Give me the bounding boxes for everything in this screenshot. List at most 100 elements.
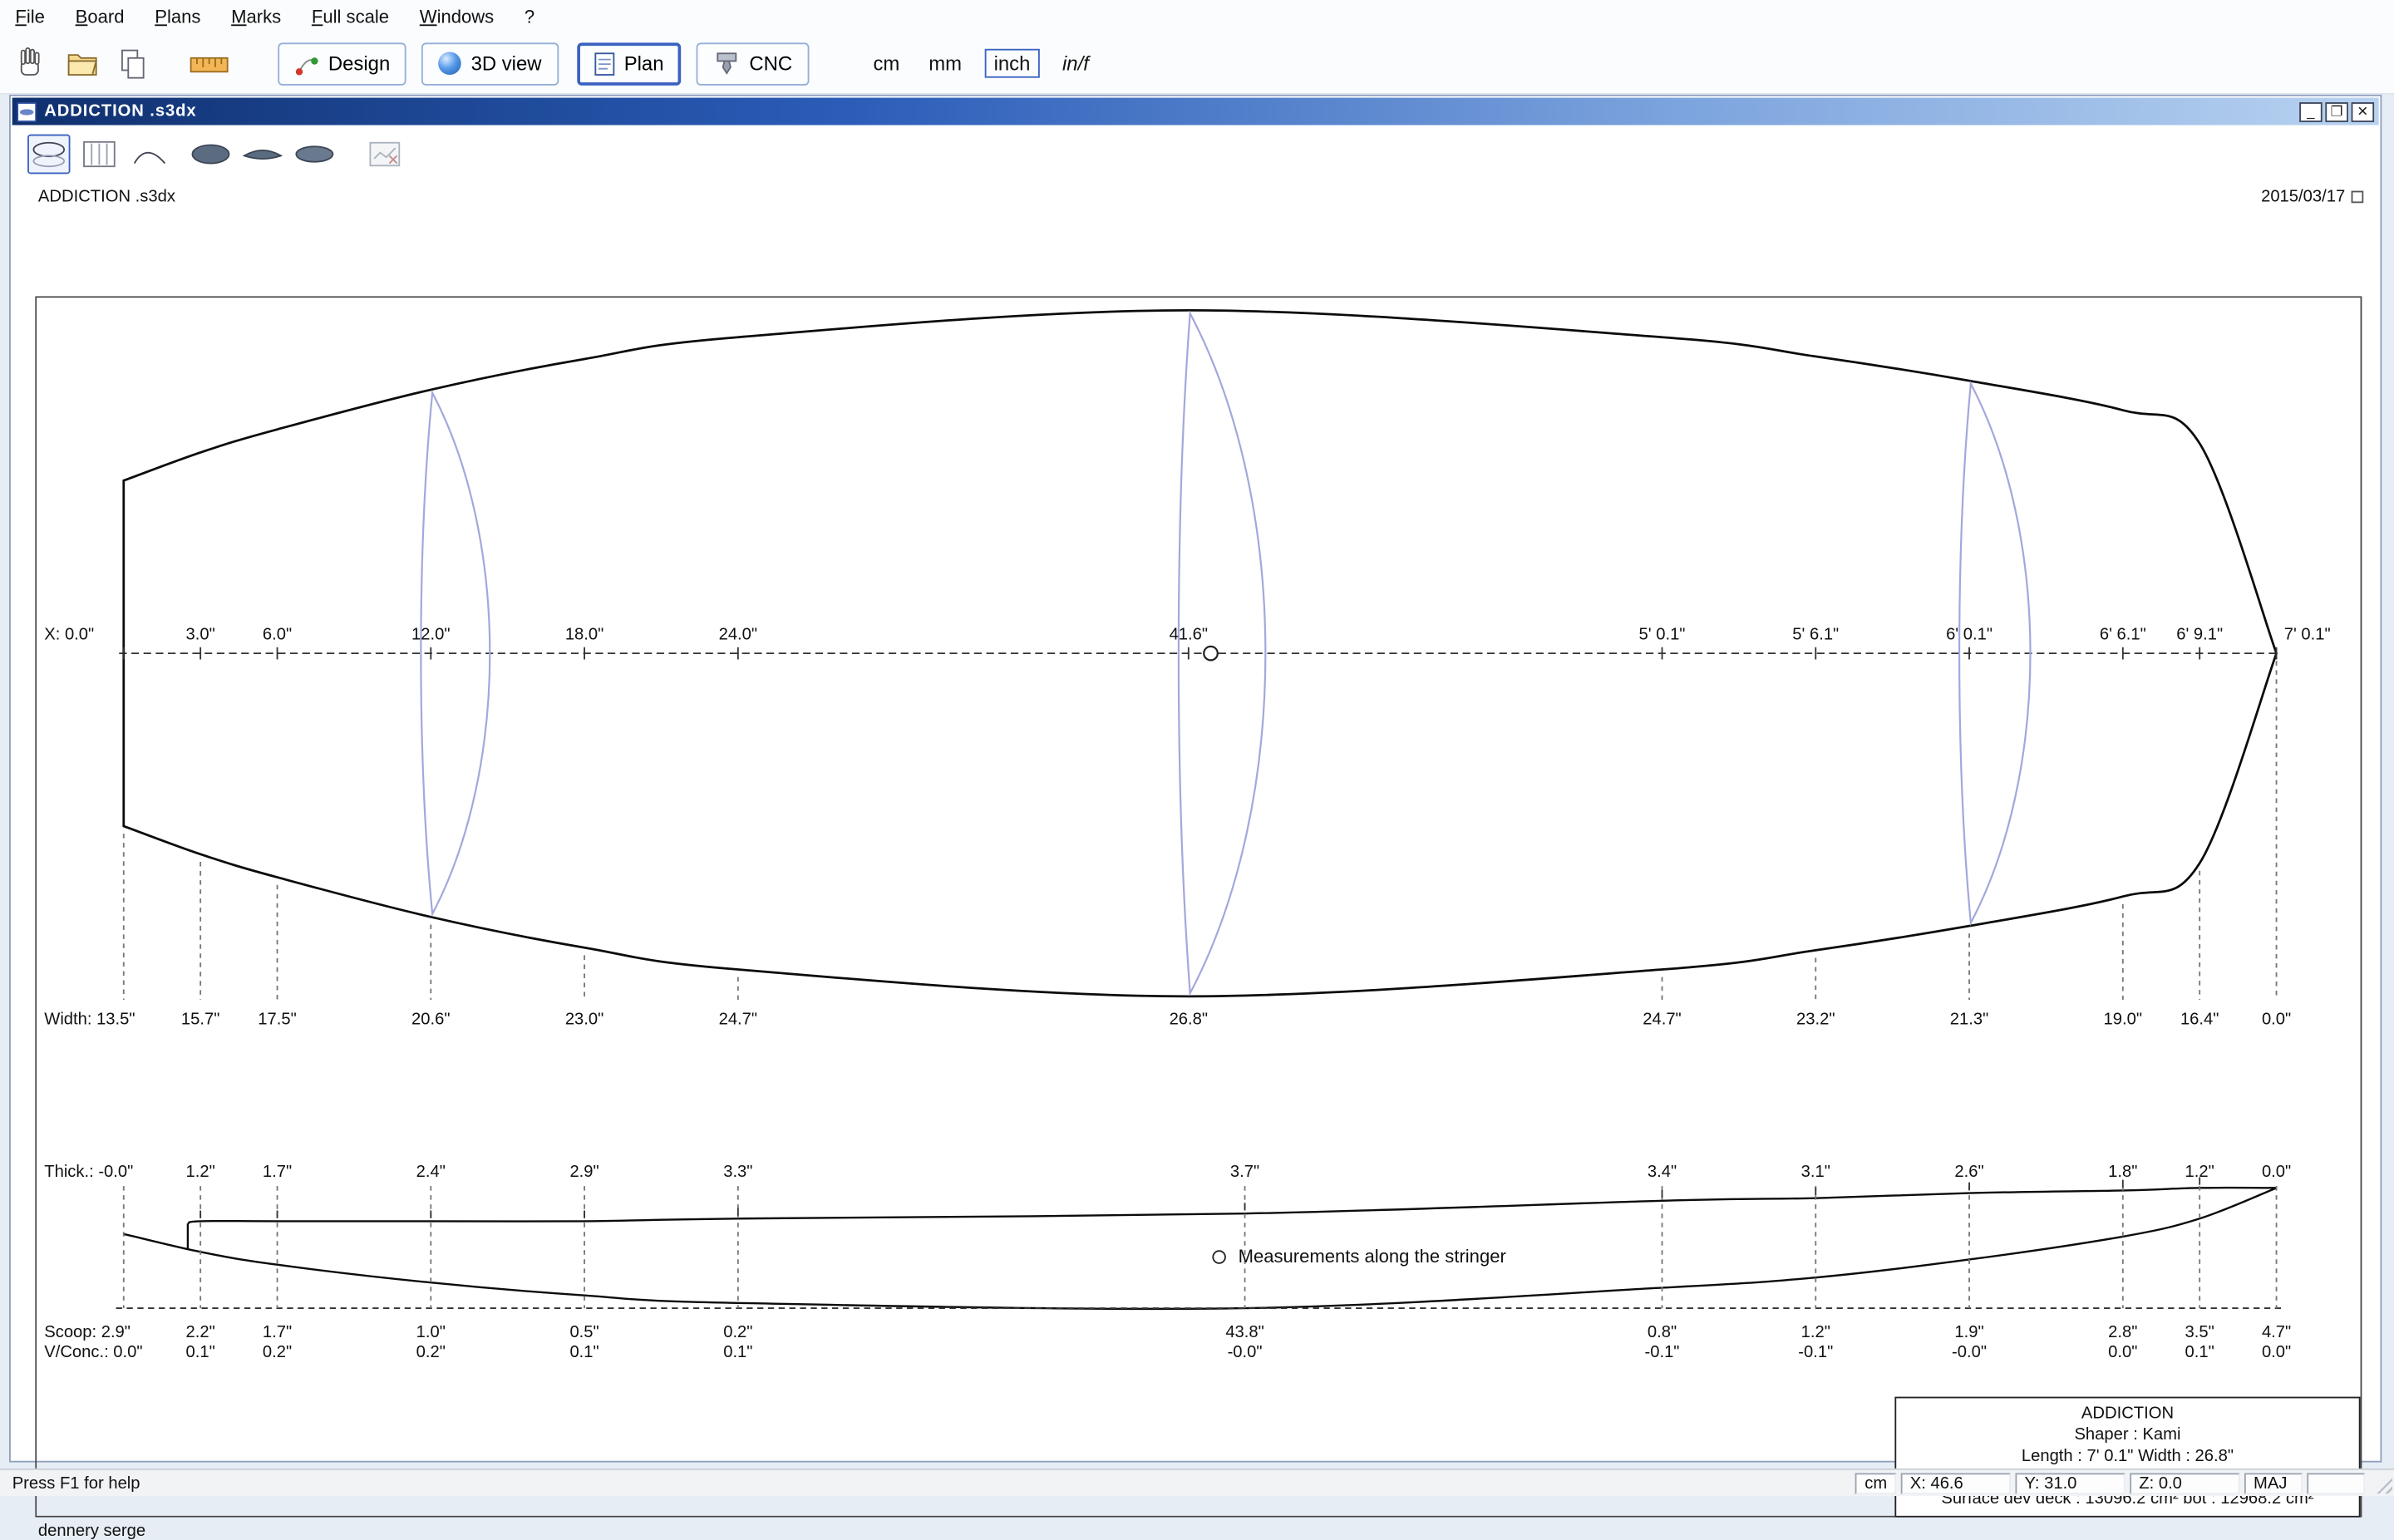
thickness-measure-label: 1.2" bbox=[186, 1163, 215, 1181]
width-measure-label: 24.7" bbox=[1643, 1010, 1681, 1028]
scoop-measure-label: 3.5" bbox=[2185, 1323, 2214, 1341]
menu-fullscale[interactable]: Full scale bbox=[297, 6, 405, 27]
unit-inch[interactable]: inch bbox=[984, 48, 1040, 78]
stringer-note: Measurements along the stringer bbox=[1212, 1245, 1506, 1267]
width-measure-label: 16.4" bbox=[2180, 1010, 2219, 1028]
main-toolbar: Design 3D view Plan CNC cm mm inch in/f bbox=[0, 33, 2394, 95]
open-file-icon[interactable] bbox=[67, 52, 98, 76]
plan-button[interactable]: Plan bbox=[576, 42, 681, 85]
menu-file[interactable]: File bbox=[0, 6, 60, 27]
pan-hand-icon[interactable] bbox=[15, 45, 46, 81]
export-chart-icon[interactable] bbox=[363, 135, 406, 175]
window-title-bar[interactable]: ADDICTION .s3dx _ ❐ ✕ bbox=[12, 97, 2379, 125]
width-measure-label: 23.0" bbox=[565, 1010, 603, 1028]
vconc-measure-label: -0.1" bbox=[1798, 1343, 1833, 1361]
cnc-button[interactable]: CNC bbox=[696, 42, 810, 85]
width-measure-label: 21.3" bbox=[1950, 1010, 1988, 1028]
scoop-measure-label: 0.8" bbox=[1648, 1323, 1677, 1341]
board-info-box: ADDICTION Shaper : Kami Length : 7' 0.1"… bbox=[1894, 1396, 2361, 1518]
profile-bottom-curve bbox=[123, 1187, 2278, 1311]
width-measure-label: Width: 13.5" bbox=[44, 1010, 135, 1028]
scoop-measure-label: Scoop: 2.9" bbox=[44, 1323, 131, 1341]
thickness-measure-label: 3.3" bbox=[723, 1163, 752, 1181]
curve-view-icon[interactable] bbox=[128, 135, 170, 175]
copy-icon[interactable] bbox=[119, 48, 146, 79]
scoop-measure-label: 0.5" bbox=[569, 1323, 598, 1341]
thickness-measure-label: 2.4" bbox=[416, 1163, 446, 1181]
board-top-view-icon[interactable] bbox=[190, 135, 232, 175]
info-length-width: Length : 7' 0.1" Width : 26.8" bbox=[2021, 1447, 2234, 1466]
stringer-marker-icon bbox=[1212, 1249, 1226, 1263]
board-bottom-view-icon[interactable] bbox=[293, 135, 336, 175]
vconc-measure-label: 0.2" bbox=[263, 1343, 292, 1361]
vconc-measure-label: 0.1" bbox=[569, 1343, 598, 1361]
status-z-coordinate: Z: 0.0 bbox=[2130, 1472, 2240, 1494]
status-caps-indicator: MAJ bbox=[2244, 1472, 2303, 1494]
scoop-measure-label: 43.8" bbox=[1225, 1323, 1264, 1341]
width-measure-label: 26.8" bbox=[1170, 1010, 1208, 1028]
width-measure-label: 20.6" bbox=[411, 1010, 450, 1028]
thickness-measure-label: 3.1" bbox=[1801, 1163, 1830, 1181]
x-measure-label: 3.0" bbox=[186, 626, 215, 644]
ruler-icon[interactable] bbox=[190, 50, 229, 77]
3d-view-button[interactable]: 3D view bbox=[421, 42, 559, 85]
outline-view-icon[interactable] bbox=[27, 134, 71, 175]
design-button-label: Design bbox=[328, 52, 391, 75]
vconc-measure-label: 0.1" bbox=[2185, 1343, 2214, 1361]
board-side-view-icon[interactable] bbox=[241, 135, 283, 175]
vconc-measure-label: -0.0" bbox=[1228, 1343, 1263, 1361]
x-measure-label: 18.0" bbox=[565, 626, 603, 644]
author-name: dennery serge bbox=[37, 1522, 146, 1540]
x-measure-label: 6.0" bbox=[263, 626, 292, 644]
x-measure-label: 6' 6.1" bbox=[2100, 626, 2146, 644]
status-help-text: Press F1 for help bbox=[12, 1474, 140, 1493]
document-area: ADDICTION .s3dx 2015/03/17 X: 0.0" Width:… bbox=[12, 183, 2379, 1540]
vconc-measure-label: 0.1" bbox=[186, 1343, 215, 1361]
profile-deck-curve bbox=[187, 1186, 2277, 1225]
thickness-measure-label: Thick.: -0.0" bbox=[44, 1163, 133, 1181]
menu-help[interactable]: ? bbox=[510, 6, 550, 27]
x-measure-label: 12.0" bbox=[411, 626, 450, 644]
unit-inf[interactable]: in/f bbox=[1057, 51, 1096, 76]
vconc-measure-label: 0.2" bbox=[416, 1343, 446, 1361]
plan-page-icon bbox=[594, 52, 614, 75]
vconc-measure-label: 0.1" bbox=[723, 1343, 752, 1361]
resize-grip[interactable] bbox=[2371, 1472, 2393, 1494]
scoop-measure-label: 2.8" bbox=[2108, 1323, 2137, 1341]
design-button[interactable]: Design bbox=[278, 42, 407, 85]
menu-windows[interactable]: Windows bbox=[404, 6, 509, 27]
unit-mm[interactable]: mm bbox=[923, 51, 968, 76]
thickness-measure-label: 2.6" bbox=[1954, 1163, 1983, 1181]
maximize-button[interactable]: ❐ bbox=[2325, 101, 2348, 122]
unit-cm[interactable]: cm bbox=[867, 51, 906, 76]
minimize-button[interactable]: _ bbox=[2299, 101, 2323, 122]
sphere-icon bbox=[439, 52, 462, 75]
document-title: ADDICTION .s3dx bbox=[37, 187, 175, 206]
thickness-measure-label: 1.7" bbox=[263, 1163, 292, 1181]
vconc-measure-label: 0.0" bbox=[2108, 1343, 2137, 1361]
status-x-coordinate: X: 46.6 bbox=[1900, 1472, 2011, 1494]
menu-marks[interactable]: Marks bbox=[216, 6, 297, 27]
info-board-name: ADDICTION bbox=[2081, 1404, 2175, 1423]
stringer-note-label: Measurements along the stringer bbox=[1238, 1245, 1506, 1267]
thickness-measure-label: 3.7" bbox=[1230, 1163, 1259, 1181]
vconc-measure-label: V/Conc.: 0.0" bbox=[44, 1343, 142, 1361]
x-measure-label: 7' 0.1" bbox=[2284, 626, 2331, 644]
menu-plans[interactable]: Plans bbox=[140, 6, 216, 27]
slices-view-icon[interactable] bbox=[78, 135, 121, 175]
menu-bar: File Board Plans Marks Full scale Windows? bbox=[0, 0, 2394, 34]
3d-view-button-label: 3D view bbox=[470, 52, 542, 75]
close-button[interactable]: ✕ bbox=[2351, 101, 2375, 122]
thickness-measure-label: 2.9" bbox=[569, 1163, 598, 1181]
scoop-measure-label: 1.9" bbox=[1954, 1323, 1983, 1341]
width-measure-label: 23.2" bbox=[1796, 1010, 1835, 1028]
status-bar: Press F1 for help cm X: 46.6 Y: 31.0 Z: … bbox=[0, 1468, 2394, 1496]
width-measure-label: 24.7" bbox=[719, 1010, 757, 1028]
width-measure-label: 0.0" bbox=[2262, 1010, 2291, 1028]
document-date: 2015/03/17 bbox=[2261, 187, 2346, 206]
vconc-measure-label: -0.1" bbox=[1645, 1343, 1680, 1361]
thickness-measure-label: 0.0" bbox=[2262, 1163, 2291, 1181]
menu-board[interactable]: Board bbox=[60, 6, 140, 27]
design-canvas[interactable]: X: 0.0" Width: 13.5" 3.0" 15.7" 6.0" 17.5" 12.… bbox=[35, 296, 2362, 1518]
thickness-measure-label: 3.4" bbox=[1648, 1163, 1677, 1181]
